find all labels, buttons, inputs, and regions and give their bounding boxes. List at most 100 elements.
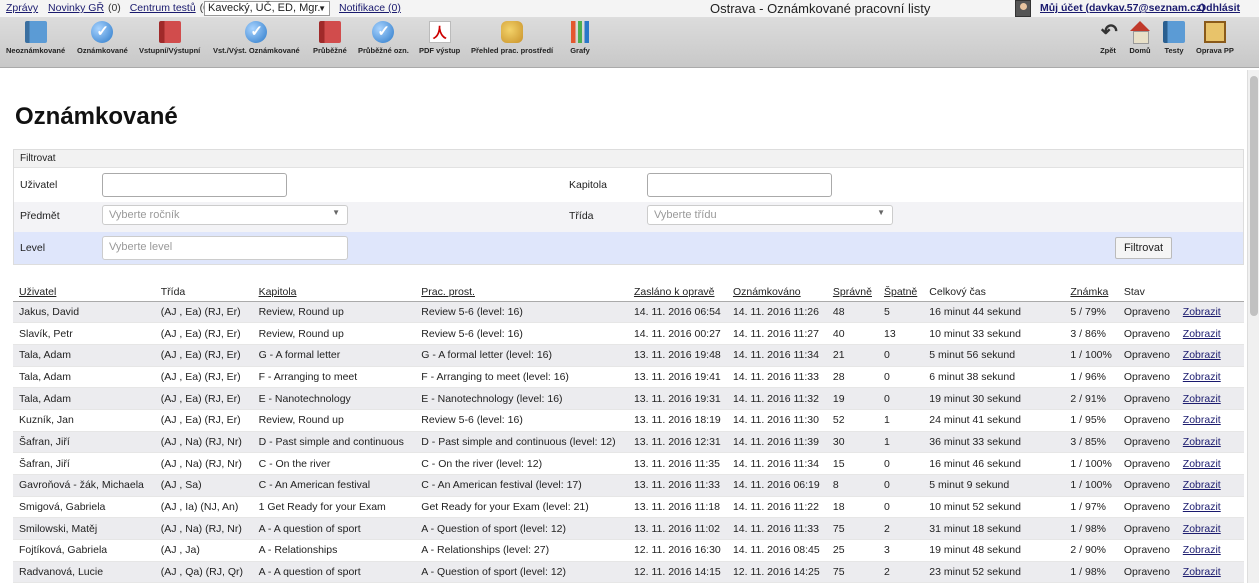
toolbar-ongoing-button[interactable]: Průběžné [313,21,347,55]
cell-chapter: Review, Round up [252,322,416,345]
col-time-label: Celkový čas [929,286,986,299]
toolbar-pdf-button[interactable]: PDF výstup [419,21,460,55]
show-link[interactable]: Zobrazit [1183,306,1221,318]
table-row: Smilowski, Matěj (AJ , Na) (RJ, Nr) A - A … [13,517,1244,541]
show-link[interactable]: Zobrazit [1183,479,1221,491]
cell-class: (AJ , Ja) [154,539,253,562]
col-correct[interactable]: Správně [826,284,878,302]
cell-correct: 75 [826,561,878,583]
show-link[interactable]: Zobrazit [1183,328,1221,340]
toolbar-tests-button[interactable]: Testy [1163,21,1185,55]
toolbar-ongoing-graded-button[interactable]: Průběžné ozn. [358,21,409,55]
table-row: Tala, Adam (AJ , Ea) (RJ, Er) G - A formal… [13,344,1244,367]
cell-user: Gavroňová - žák, Michaela [13,474,155,497]
show-link[interactable]: Zobrazit [1183,544,1221,556]
show-link[interactable]: Zobrazit [1183,436,1221,448]
toolbar-correction-button[interactable]: Oprava PP [1196,21,1234,55]
col-grade[interactable]: Známka [1064,284,1118,302]
toolbar-graded-button[interactable]: Oznámkované [77,21,128,55]
class-select[interactable]: Vyberte třídu ▼ [647,205,893,225]
toolbar-label: Vstupní/Výstupní [139,46,201,55]
cell-status: Opraveno [1117,474,1177,497]
cell-wrong: 1 [877,409,924,432]
cell-grade: 1 / 98% [1064,517,1118,541]
cell-user: Kuzník, Jan [13,409,155,432]
news-link[interactable]: Novinky GŘ [48,2,104,14]
show-link[interactable]: Zobrazit [1183,501,1221,513]
filter-button[interactable]: Filtrovat [1115,237,1172,259]
vertical-scrollbar[interactable] [1247,70,1259,583]
logout-link[interactable]: Odhlásit [1198,2,1240,14]
toolbar-back-button[interactable]: Zpět [1097,19,1119,55]
show-link[interactable]: Zobrazit [1183,393,1221,405]
cell-user: Smigová, Gabriela [13,496,155,519]
toolbar-ungraded-button[interactable]: Neoznámkované [6,21,65,55]
messages-link[interactable]: Zprávy [6,2,38,14]
cell-workspace: G - A formal letter (level: 16) [415,344,628,367]
col-wrong-label: Špatně [883,286,918,299]
toolbar-home-button[interactable]: Domů [1129,21,1151,55]
show-link[interactable]: Zobrazit [1183,349,1221,361]
col-graded[interactable]: Oznámkováno [726,284,827,302]
toolbar-label: Zpět [1100,46,1116,55]
toolbar-entry-exit-graded-button[interactable]: Vst./Výst. Oznámkované [213,21,300,55]
cell-time: 10 minut 33 sekund [923,322,1065,345]
show-link[interactable]: Zobrazit [1183,414,1221,426]
cell-action: Zobrazit [1176,366,1244,389]
user-input[interactable] [102,173,287,197]
col-user[interactable]: Uživatel [13,284,155,302]
col-workspace-label: Prac. prost. [421,286,475,299]
notifications-link[interactable]: Notifikace (0) [339,2,401,14]
show-link[interactable]: Zobrazit [1183,566,1221,578]
table-row: Kuzník, Jan (AJ , Ea) (RJ, Er) Review, Rou… [13,409,1244,432]
col-chapter-label: Kapitola [258,286,297,299]
table-row: Slavík, Petr (AJ , Ea) (RJ, Er) Review, Ro… [13,322,1244,345]
cell-time: 16 minut 44 sekund [923,301,1065,324]
show-link[interactable]: Zobrazit [1183,523,1221,535]
cell-action: Zobrazit [1176,452,1244,475]
table-header-row: Uživatel Třída Kapitola Prac. prost. Zas… [13,284,1244,302]
cell-class: (AJ , Ea) (RJ, Er) [154,387,253,410]
cell-grade: 2 / 91% [1064,387,1118,410]
show-link[interactable]: Zobrazit [1183,458,1221,470]
show-link[interactable]: Zobrazit [1183,371,1221,383]
cell-sent: 13. 11. 2016 11:35 [627,452,727,475]
cell-class: (AJ , Ea) (RJ, Er) [154,344,253,367]
scrollbar-thumb[interactable] [1250,76,1258,316]
cell-wrong: 0 [877,387,924,410]
cell-time: 23 minut 52 sekund [923,561,1065,583]
subject-select[interactable]: Vyberte ročník ▼ [102,205,348,225]
cell-action: Zobrazit [1176,387,1244,410]
toolbar-label: Grafy [570,46,590,55]
account-link[interactable]: Můj účet (davkav.57@seznam.cz) [1040,2,1205,14]
level-label: Level [20,242,46,254]
toolbar-overview-button[interactable]: Přehled prac. prostředí [471,21,553,55]
col-workspace[interactable]: Prac. prost. [415,284,628,302]
cell-status: Opraveno [1117,561,1177,583]
book-icon [1163,21,1185,43]
toolbar-entry-exit-button[interactable]: Vstupní/Výstupní [139,21,200,55]
col-chapter[interactable]: Kapitola [252,284,416,302]
cell-wrong: 2 [877,517,924,541]
cell-chapter: G - A formal letter [252,344,416,367]
cell-sent: 13. 11. 2016 11:33 [627,474,727,497]
col-sent[interactable]: Zasláno k opravě [627,284,727,302]
user-role-select[interactable]: Kavecký, UČ, ED, Mgr. ▼ [204,1,330,16]
filter-row-2: Předmět Vyberte ročník ▼ Třída Vyberte tř… [14,202,1243,232]
app-title: Ostrava - Oznámkované pracovní listy [710,1,931,16]
cell-grade: 1 / 98% [1064,561,1118,583]
chapter-input[interactable] [647,173,832,197]
cell-wrong: 5 [877,301,924,324]
cell-action: Zobrazit [1176,344,1244,367]
cell-user: Smilowski, Matěj [13,517,155,541]
cell-time: 5 minut 9 sekund [923,474,1065,497]
cell-graded: 14. 11. 2016 08:45 [726,539,827,562]
class-placeholder: Vyberte třídu [654,209,717,221]
level-input[interactable]: Vyberte level [102,236,348,260]
cell-chapter: C - On the river [252,452,416,475]
col-wrong[interactable]: Špatně [877,284,924,302]
table-row: Tala, Adam (AJ , Ea) (RJ, Er) F - Arrangin… [13,366,1244,389]
toolbar-charts-button[interactable]: Grafy [569,21,591,55]
cell-graded: 14. 11. 2016 11:26 [726,301,827,324]
test-center-link[interactable]: Centrum testů [130,2,196,14]
